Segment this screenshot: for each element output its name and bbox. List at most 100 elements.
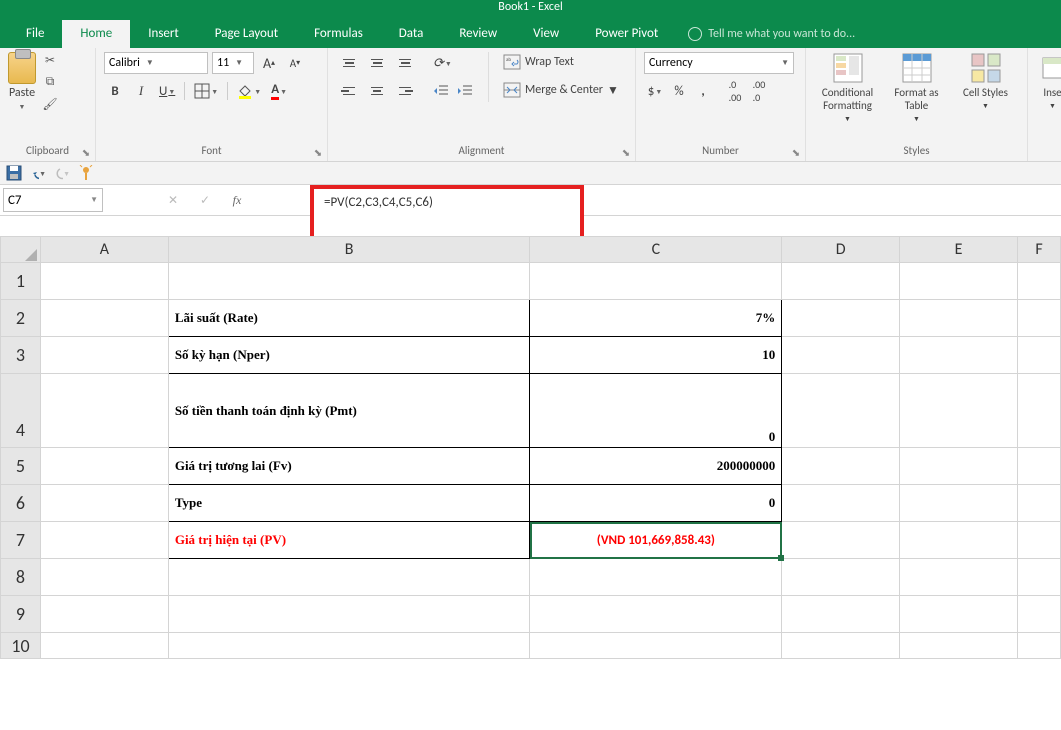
worksheet-grid[interactable]: A B C D E F 1 2 Lãi suất (Rate) 7% 3 Số …	[0, 236, 1061, 659]
bold-button[interactable]: B	[104, 80, 126, 102]
increase-decimal-button[interactable]: .0.00	[724, 80, 746, 102]
cell[interactable]	[782, 485, 900, 522]
tab-insert[interactable]: Insert	[130, 20, 197, 48]
row-header-7[interactable]: 7	[1, 522, 41, 559]
cell-B5[interactable]: Giá trị tương lai (Fv)	[168, 448, 530, 485]
orientation-button[interactable]: ⟳▼	[430, 52, 455, 74]
cell[interactable]	[1017, 485, 1060, 522]
cell[interactable]	[168, 633, 530, 659]
cell[interactable]	[1017, 633, 1060, 659]
row-header-5[interactable]: 5	[1, 448, 41, 485]
tab-home[interactable]: Home	[62, 20, 130, 48]
cell[interactable]	[900, 300, 1018, 337]
tell-me-search[interactable]: Tell me what you want to do...	[688, 20, 855, 48]
tab-formulas[interactable]: Formulas	[296, 20, 381, 48]
cell[interactable]	[900, 374, 1018, 448]
number-launcher[interactable]: ⬊	[789, 145, 803, 159]
cell[interactable]	[782, 448, 900, 485]
cell[interactable]	[782, 337, 900, 374]
cut-button[interactable]: ✂	[42, 52, 58, 68]
cell[interactable]	[1017, 337, 1060, 374]
tab-review[interactable]: Review	[441, 20, 515, 48]
cell[interactable]	[900, 633, 1018, 659]
cell[interactable]	[40, 448, 168, 485]
cell[interactable]	[1017, 448, 1060, 485]
comma-format-button[interactable]: ,	[692, 80, 714, 102]
cell[interactable]	[900, 596, 1018, 633]
tab-power-pivot[interactable]: Power Pivot	[577, 20, 676, 48]
cell[interactable]	[900, 263, 1018, 300]
font-color-button[interactable]: A▼	[268, 80, 290, 102]
cell[interactable]	[530, 633, 782, 659]
select-all-corner[interactable]	[1, 237, 41, 263]
cell-B6[interactable]: Type	[168, 485, 530, 522]
copy-button[interactable]: ⧉	[42, 74, 58, 90]
col-header-F[interactable]: F	[1017, 237, 1060, 263]
percent-format-button[interactable]: %	[668, 80, 690, 102]
cell[interactable]	[40, 522, 168, 559]
save-button[interactable]	[6, 165, 22, 181]
decrease-font-button[interactable]: A▾	[284, 52, 306, 74]
cell[interactable]	[782, 596, 900, 633]
cell[interactable]	[40, 633, 168, 659]
cell[interactable]	[1017, 263, 1060, 300]
cell[interactable]	[900, 559, 1018, 596]
col-header-D[interactable]: D	[782, 237, 900, 263]
cell[interactable]	[168, 263, 530, 300]
undo-button[interactable]: ▼	[30, 165, 46, 181]
cell-C7[interactable]: (VND 101,669,858.43)	[530, 522, 782, 559]
cell[interactable]	[168, 596, 530, 633]
paste-button[interactable]: Paste ▼	[8, 52, 36, 112]
align-bottom-button[interactable]	[392, 52, 418, 74]
cell[interactable]	[1017, 522, 1060, 559]
fx-button[interactable]: fx	[225, 188, 249, 212]
cell[interactable]	[40, 485, 168, 522]
cell[interactable]	[782, 263, 900, 300]
increase-font-button[interactable]: A▴	[258, 52, 280, 74]
cell[interactable]	[40, 374, 168, 448]
cell[interactable]	[1017, 300, 1060, 337]
cell[interactable]	[40, 263, 168, 300]
align-top-button[interactable]	[336, 52, 362, 74]
cell-C4[interactable]: 0	[530, 374, 782, 448]
format-as-table-button[interactable]: Format as Table ▼	[883, 52, 950, 123]
row-header-2[interactable]: 2	[1, 300, 41, 337]
cancel-formula-button[interactable]: ✕	[161, 188, 185, 212]
cell[interactable]	[40, 300, 168, 337]
format-painter-button[interactable]: 🖌	[42, 96, 58, 112]
redo-button[interactable]: ▼	[54, 165, 70, 181]
cell[interactable]	[782, 522, 900, 559]
col-header-C[interactable]: C	[530, 237, 782, 263]
align-middle-button[interactable]	[364, 52, 390, 74]
row-header-4[interactable]: 4	[1, 374, 41, 448]
cell-B7[interactable]: Giá trị hiện tại (PV)	[168, 522, 530, 559]
cell[interactable]	[900, 485, 1018, 522]
align-center-button[interactable]	[364, 80, 390, 102]
align-right-button[interactable]	[392, 80, 418, 102]
row-header-3[interactable]: 3	[1, 337, 41, 374]
cell[interactable]	[900, 337, 1018, 374]
accounting-format-button[interactable]: $▼	[644, 80, 666, 102]
row-header-6[interactable]: 6	[1, 485, 41, 522]
cell[interactable]	[1017, 596, 1060, 633]
tab-page-layout[interactable]: Page Layout	[197, 20, 296, 48]
cell[interactable]	[530, 559, 782, 596]
cell[interactable]	[900, 448, 1018, 485]
insert-cells-button[interactable]: Inse ▼	[1036, 52, 1061, 110]
cell[interactable]	[1017, 559, 1060, 596]
underline-button[interactable]: U▼	[156, 80, 178, 102]
cell[interactable]	[1017, 374, 1060, 448]
fill-color-button[interactable]: ▼	[234, 80, 264, 102]
cell-B3[interactable]: Số kỳ hạn (Nper)	[168, 337, 530, 374]
cell-B4[interactable]: Số tiền thanh toán định kỳ (Pmt)	[168, 374, 530, 448]
cell[interactable]	[530, 263, 782, 300]
tab-data[interactable]: Data	[381, 20, 442, 48]
cell[interactable]	[782, 374, 900, 448]
cell[interactable]	[530, 596, 782, 633]
decrease-decimal-button[interactable]: .00.0	[748, 80, 770, 102]
cell-C2[interactable]: 7%	[530, 300, 782, 337]
borders-button[interactable]: ▼	[191, 80, 221, 102]
cell-C3[interactable]: 10	[530, 337, 782, 374]
cell[interactable]	[782, 559, 900, 596]
enter-formula-button[interactable]: ✓	[193, 188, 217, 212]
